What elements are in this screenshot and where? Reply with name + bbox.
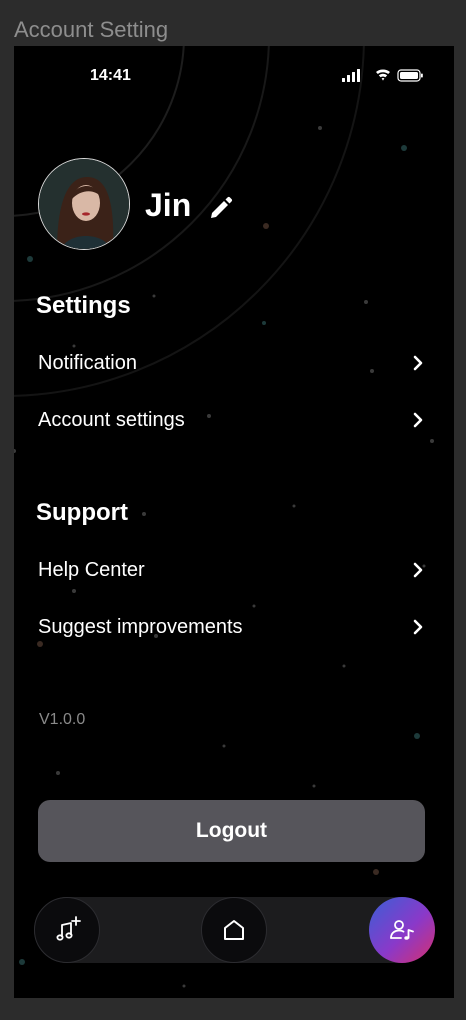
avatar[interactable]	[38, 158, 130, 250]
frame-title: Account Setting	[14, 17, 169, 42]
settings-item-notification[interactable]: Notification	[38, 343, 426, 383]
logout-button[interactable]: Logout	[38, 800, 425, 862]
profile-name: Jin	[145, 187, 192, 223]
support-item-suggest-improvements[interactable]: Suggest improvements	[38, 607, 426, 647]
settings-item-label: Notification	[38, 351, 137, 374]
app-version: V1.0.0	[39, 711, 86, 728]
support-item-help-center[interactable]: Help Center	[38, 550, 426, 590]
settings-section-title: Settings	[36, 292, 131, 319]
home-icon	[224, 920, 244, 940]
nav-profile-button[interactable]	[369, 897, 435, 963]
battery-icon	[397, 69, 423, 82]
edit-pencil-icon[interactable]	[208, 195, 234, 221]
chevron-right-icon	[413, 562, 423, 578]
phone-screen: 14:41 Jin Settings Notification Account …	[14, 46, 454, 998]
wifi-icon	[376, 69, 390, 81]
status-time: 14:41	[90, 67, 131, 84]
status-icons	[342, 69, 423, 82]
music-add-icon	[56, 916, 81, 941]
support-item-label: Suggest improvements	[38, 615, 243, 638]
chevron-right-icon	[413, 355, 423, 371]
avatar-photo	[39, 159, 129, 249]
chevron-right-icon	[413, 619, 423, 635]
nav-add-music-button[interactable]	[34, 897, 100, 963]
support-item-label: Help Center	[38, 558, 145, 581]
chevron-right-icon	[413, 412, 423, 428]
user-music-icon	[390, 920, 414, 940]
signal-icon	[342, 69, 360, 82]
settings-item-label: Account settings	[38, 408, 185, 431]
settings-item-account-settings[interactable]: Account settings	[38, 400, 426, 440]
nav-home-button[interactable]	[201, 897, 267, 963]
support-section-title: Support	[36, 499, 128, 526]
